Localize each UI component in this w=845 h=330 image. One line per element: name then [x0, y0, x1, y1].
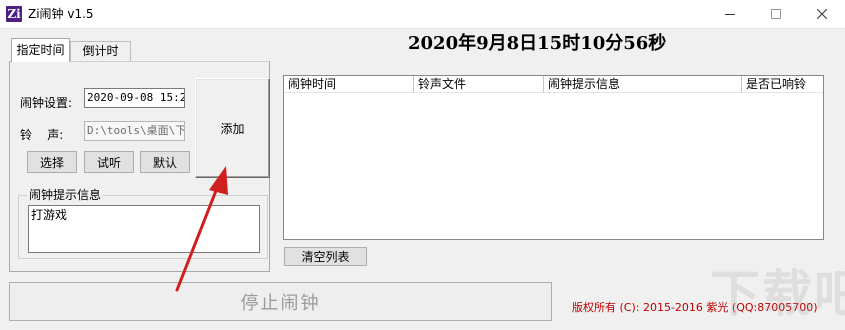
annotation-arrow — [175, 166, 228, 292]
tab-specified-time[interactable]: 指定时间 — [11, 38, 70, 62]
